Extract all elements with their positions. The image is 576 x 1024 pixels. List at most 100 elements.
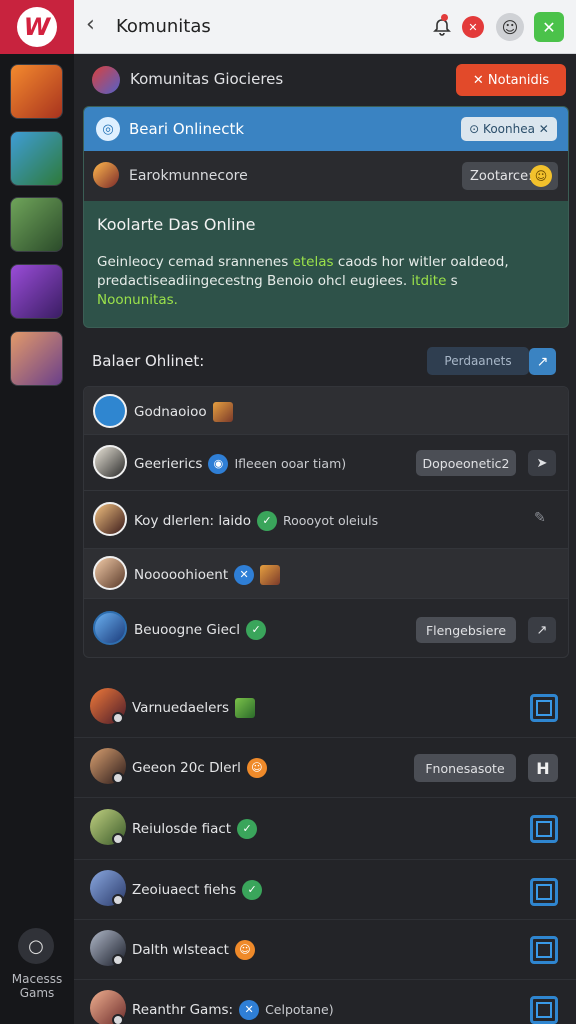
member-name: Earokmunnecore	[129, 168, 248, 184]
list-item[interactable]: Zeoiuaect fiehs ✓	[74, 860, 576, 920]
verified-check-icon: ✓	[246, 620, 267, 640]
list-item-name: Dalth wlsteact ☺	[132, 940, 255, 960]
list-item[interactable]: Dalth wlsteact ☺	[74, 920, 576, 980]
game-tile-1[interactable]	[10, 64, 63, 119]
player-row[interactable]: Koy dlerlen: laido ✓ Roooyot oleiuls ✎	[84, 491, 568, 549]
verified-check-icon: ✓	[237, 819, 258, 839]
logo-icon: W	[17, 7, 57, 47]
close-icon[interactable]: ✕	[534, 12, 564, 42]
list-item-status: Celpotane)	[265, 1002, 334, 1017]
status-icon: ✕	[239, 1000, 260, 1020]
presence-dot	[112, 1014, 124, 1024]
player-status: Ifleeen ooar tiam)	[234, 456, 347, 471]
app-logo[interactable]: W	[0, 0, 74, 54]
notification-dot	[441, 14, 448, 21]
checkbox[interactable]	[530, 878, 558, 906]
presence-dot	[112, 833, 124, 845]
checkbox[interactable]	[530, 815, 558, 843]
community-title: Komunitas Giocieres	[130, 70, 284, 88]
presence-dot	[112, 954, 124, 966]
list-item-name: Reiulosde fiact ✓	[132, 819, 258, 839]
checkbox[interactable]	[530, 694, 558, 722]
player-status: Roooyot oleiuls	[282, 513, 379, 528]
community-avatar	[92, 66, 120, 94]
player-row[interactable]: Nooooohioent ✕	[84, 549, 568, 599]
list-item[interactable]: Reiulosde fiact ✓	[74, 798, 576, 860]
list-item-name: Geeon 20c Dlerl ☺	[132, 758, 267, 778]
game-badge-icon	[212, 402, 233, 422]
games-label[interactable]: Macesss Gams	[0, 972, 74, 1000]
player-avatar	[93, 394, 127, 428]
smiley-icon: ☺	[530, 165, 552, 187]
player-name: Koy dlerlen: laido ✓ Roooyot oleiuls	[134, 511, 379, 531]
checkbox-inner	[536, 1002, 552, 1018]
player-name: Godnaoioo	[134, 402, 233, 422]
player-row[interactable]: Beuoogne Giecl ✓ Flengebsiere ↗	[84, 599, 568, 657]
status-pill[interactable]: Zootarce: ☺	[462, 162, 558, 190]
verified-check-icon: ✓	[256, 511, 277, 531]
list-item[interactable]: Reanthr Gams: ✕ Celpotane)	[74, 980, 576, 1024]
expand-icon[interactable]: ↗	[529, 348, 556, 375]
game-badge-icon	[260, 565, 281, 585]
back-icon[interactable]: ‹	[86, 12, 95, 37]
checkbox-inner	[536, 942, 552, 958]
player-name: Nooooohioent ✕	[134, 565, 281, 585]
edit-icon[interactable]: ✎	[534, 510, 546, 526]
notifications-button[interactable]: ✕ Notanidis	[456, 64, 566, 96]
players-list: Godnaoioo Geerierics ◉ Ifleeen ooar tiam) …	[83, 386, 569, 658]
player-row[interactable]: Godnaoioo	[84, 387, 568, 435]
main-panel: Komunitas Giocieres ✕ Notanidis ◎ Beari …	[74, 54, 576, 1024]
checkbox[interactable]	[530, 996, 558, 1024]
user-avatar[interactable]: ☺	[496, 13, 524, 41]
player-row[interactable]: Geerierics ◉ Ifleeen ooar tiam) Dopoeoneti…	[84, 435, 568, 491]
body-highlight-3[interactable]: Noonunitas.	[97, 292, 178, 308]
card-header: ◎ Beari Onlinectk ⊙ Koonhea ✕	[84, 107, 568, 151]
game-tile-5[interactable]	[10, 331, 63, 386]
player-avatar	[93, 502, 127, 536]
body-highlight-2[interactable]: itdite	[411, 273, 446, 289]
circle-icon[interactable]: ○	[18, 928, 54, 964]
globe-icon: ◎	[96, 117, 120, 141]
games-label-line1: Macesss	[11, 972, 63, 986]
presence-dot	[112, 712, 124, 724]
smiley-icon: ☺	[234, 940, 255, 960]
list-item-name: Reanthr Gams: ✕ Celpotane)	[132, 1000, 334, 1020]
players-filter-button[interactable]: Perdaanets	[427, 347, 529, 375]
body-text-2: caods hor witler oaldeod,	[333, 254, 509, 270]
player-name: Geerierics ◉ Ifleeen ooar tiam)	[134, 454, 347, 474]
list-action-pill[interactable]: Fnonesasote	[414, 754, 516, 782]
game-badge-icon	[234, 698, 255, 718]
verified-check-icon: ✓	[242, 880, 263, 900]
alert-icon[interactable]: ✕	[462, 16, 484, 38]
status-pill-label: Zootarce:	[470, 168, 533, 184]
checkbox[interactable]	[530, 936, 558, 964]
presence-dot	[112, 894, 124, 906]
game-sidebar: W ○ Macesss Gams	[0, 0, 74, 1024]
list-item[interactable]: Varnuedaelers	[74, 678, 576, 738]
card-title: Beari Onlinectk	[129, 120, 245, 138]
game-tile-3[interactable]	[10, 197, 63, 252]
hash-icon[interactable]: H	[528, 754, 558, 782]
share-icon[interactable]: ↗	[528, 617, 556, 643]
card-body: Geinleocy cemad srannenes etelas caods h…	[97, 253, 562, 310]
body-highlight-1[interactable]: etelas	[293, 254, 334, 270]
game-tile-4[interactable]	[10, 264, 63, 319]
card-heading: Koolarte Das Online	[97, 215, 256, 234]
app-window: W ○ Macesss Gams ‹ Komunitas ✕ ☺ ✕ Komun…	[0, 0, 576, 1024]
status-icon: ✕	[234, 565, 255, 585]
game-tile-2[interactable]	[10, 131, 63, 186]
top-bar: ‹ Komunitas ✕ ☺ ✕	[74, 0, 576, 54]
body-text-4: s	[446, 273, 458, 289]
player-action-pill[interactable]: Dopoeonetic2	[416, 450, 516, 476]
card-member-row[interactable]: Earokmunnecore Zootarce: ☺	[84, 151, 568, 201]
player-action-pill[interactable]: Flengebsiere	[416, 617, 516, 643]
player-avatar	[93, 556, 127, 590]
card-header-pill[interactable]: ⊙ Koonhea ✕	[461, 117, 557, 141]
list-item-name: Varnuedaelers	[132, 698, 255, 718]
send-icon[interactable]: ➤	[528, 450, 556, 476]
checkbox-inner	[536, 884, 552, 900]
players-section-title: Balaer Ohlinet:	[92, 352, 205, 370]
checkbox-inner	[536, 700, 552, 716]
player-avatar	[93, 445, 127, 479]
list-item[interactable]: Geeon 20c Dlerl ☺ Fnonesasote H	[74, 738, 576, 798]
